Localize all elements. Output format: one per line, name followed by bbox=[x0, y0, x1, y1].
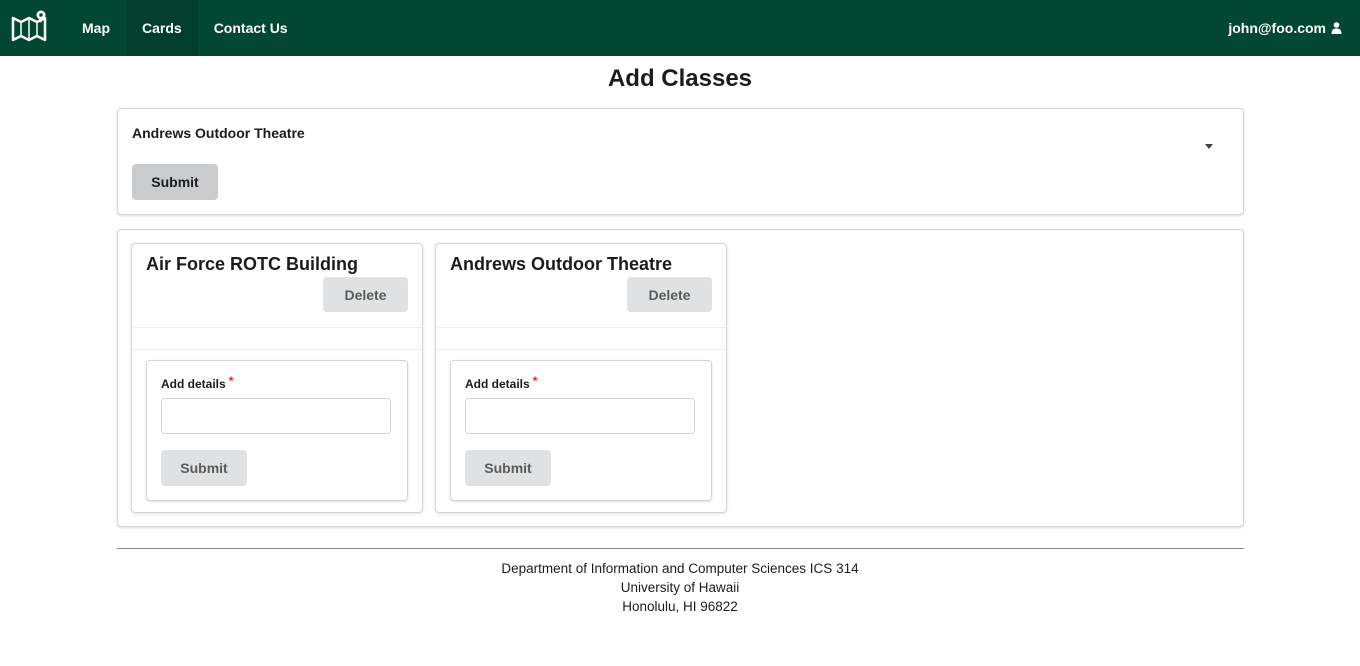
user-menu[interactable]: john@foo.com bbox=[1228, 0, 1342, 56]
class-card: Air Force ROTC Building Delete Add detai… bbox=[131, 243, 423, 513]
details-submit-button[interactable]: Submit bbox=[465, 450, 551, 486]
footer-university: University of Hawaii bbox=[620, 580, 740, 595]
nav-cards[interactable]: Cards bbox=[126, 0, 198, 56]
campus-map-logo-icon[interactable] bbox=[10, 9, 48, 47]
card-title: Air Force ROTC Building bbox=[146, 254, 359, 274]
footer-divider bbox=[117, 548, 1244, 549]
user-icon bbox=[1331, 22, 1342, 34]
required-mark: * bbox=[532, 374, 538, 388]
footer-department: Department of Information and Computer S… bbox=[501, 561, 859, 576]
add-class-submit-button[interactable]: Submit bbox=[132, 164, 218, 200]
delete-button[interactable]: Delete bbox=[627, 277, 712, 312]
user-email: john@foo.com bbox=[1228, 20, 1326, 36]
location-dropdown[interactable]: Andrews Outdoor Theatre bbox=[132, 123, 1229, 163]
details-input[interactable] bbox=[161, 398, 391, 434]
details-label: Add details * bbox=[465, 374, 538, 391]
dropdown-caret-icon bbox=[1205, 144, 1213, 149]
selected-location: Andrews Outdoor Theatre bbox=[132, 125, 305, 141]
delete-button[interactable]: Delete bbox=[323, 277, 408, 312]
details-label: Add details * bbox=[161, 374, 234, 391]
class-cards-container: Air Force ROTC Building Delete Add detai… bbox=[117, 229, 1244, 527]
page-title: Add Classes bbox=[607, 65, 753, 92]
required-mark: * bbox=[228, 374, 234, 388]
footer-address: Honolulu, HI 96822 bbox=[622, 599, 738, 614]
card-divider bbox=[436, 327, 726, 328]
add-class-form: Andrews Outdoor Theatre Submit bbox=[117, 108, 1244, 215]
details-submit-button[interactable]: Submit bbox=[161, 450, 247, 486]
details-input[interactable] bbox=[465, 398, 695, 434]
card-divider bbox=[436, 349, 726, 350]
footer: Department of Information and Computer S… bbox=[0, 559, 1360, 616]
class-card: Andrews Outdoor Theatre Delete Add detai… bbox=[435, 243, 727, 513]
nav-map[interactable]: Map bbox=[66, 0, 126, 56]
top-navbar: Map Cards Contact Us john@foo.com bbox=[0, 0, 1360, 56]
card-divider bbox=[132, 327, 422, 328]
nav-contact-us[interactable]: Contact Us bbox=[198, 0, 304, 56]
details-form: Add details * Submit bbox=[450, 360, 712, 501]
card-title: Andrews Outdoor Theatre bbox=[450, 254, 673, 274]
details-form: Add details * Submit bbox=[146, 360, 408, 501]
card-divider bbox=[132, 349, 422, 350]
